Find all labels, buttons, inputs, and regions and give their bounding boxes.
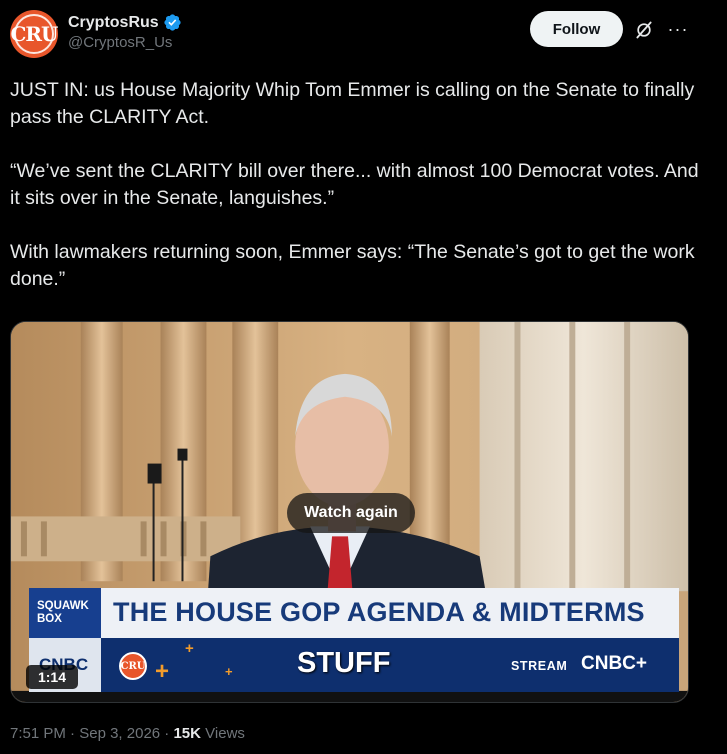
tweet-paragraph-3: With lawmakers returning soon, Emmer say…: [10, 241, 695, 290]
chyron-headline: THE HOUSE GOP AGENDA & MIDTERMS: [113, 597, 645, 627]
views-label: Views: [205, 725, 245, 742]
more-icon[interactable]: ···: [666, 18, 690, 42]
handle[interactable]: @CryptosR_Us: [68, 34, 182, 51]
avatar-ring: [14, 14, 54, 54]
video-duration: 1:14: [26, 665, 78, 689]
views-count[interactable]: 15K: [173, 725, 201, 742]
show-tag: SQUAWK BOX: [29, 588, 101, 638]
watermark-logo: CRU: [119, 652, 147, 680]
tweet-meta: 7:51 PM · Sep 3, 2026 · 15K Views: [10, 725, 245, 742]
plus-icon: +: [155, 658, 170, 685]
meta-separator: ·: [164, 725, 170, 742]
chyron-bottom: CNBC CRU + + + STUFF STREAM CNBC+: [29, 638, 679, 692]
author-names: CryptosRus @CryptosR_Us: [68, 13, 182, 51]
display-name[interactable]: CryptosRus: [68, 14, 159, 32]
display-name-row: CryptosRus: [68, 13, 182, 32]
plus-icon: +: [185, 640, 194, 657]
tweet-text: JUST IN: us House Majority Whip Tom Emme…: [10, 77, 700, 293]
chyron-subhead: STUFF: [297, 647, 391, 679]
meta-separator: ·: [70, 725, 76, 742]
video-player[interactable]: Watch again SQUAWK BOX THE HOUSE GOP AGE…: [10, 321, 689, 703]
tweet-date[interactable]: Sep 3, 2026: [79, 725, 160, 742]
stream-label: STREAM: [511, 659, 568, 673]
chyron-top: SQUAWK BOX THE HOUSE GOP AGENDA & MIDTER…: [29, 588, 679, 638]
cnbc-plus-logo: CNBC+: [581, 653, 647, 674]
plus-icon: +: [225, 664, 233, 679]
watch-again-button[interactable]: Watch again: [287, 493, 415, 533]
follow-button[interactable]: Follow: [530, 11, 623, 47]
grok-icon[interactable]: [634, 20, 654, 40]
tweet-paragraph-2: “We’ve sent the CLARITY bill over there.…: [10, 160, 699, 209]
tweet-paragraph-1: JUST IN: us House Majority Whip Tom Emme…: [10, 79, 695, 128]
avatar[interactable]: CRU: [10, 10, 58, 58]
verified-badge-icon: [164, 14, 181, 31]
tweet-header: CRU CryptosRus @CryptosR_Us Follow ···: [10, 10, 717, 58]
tweet-time[interactable]: 7:51 PM: [10, 725, 66, 742]
